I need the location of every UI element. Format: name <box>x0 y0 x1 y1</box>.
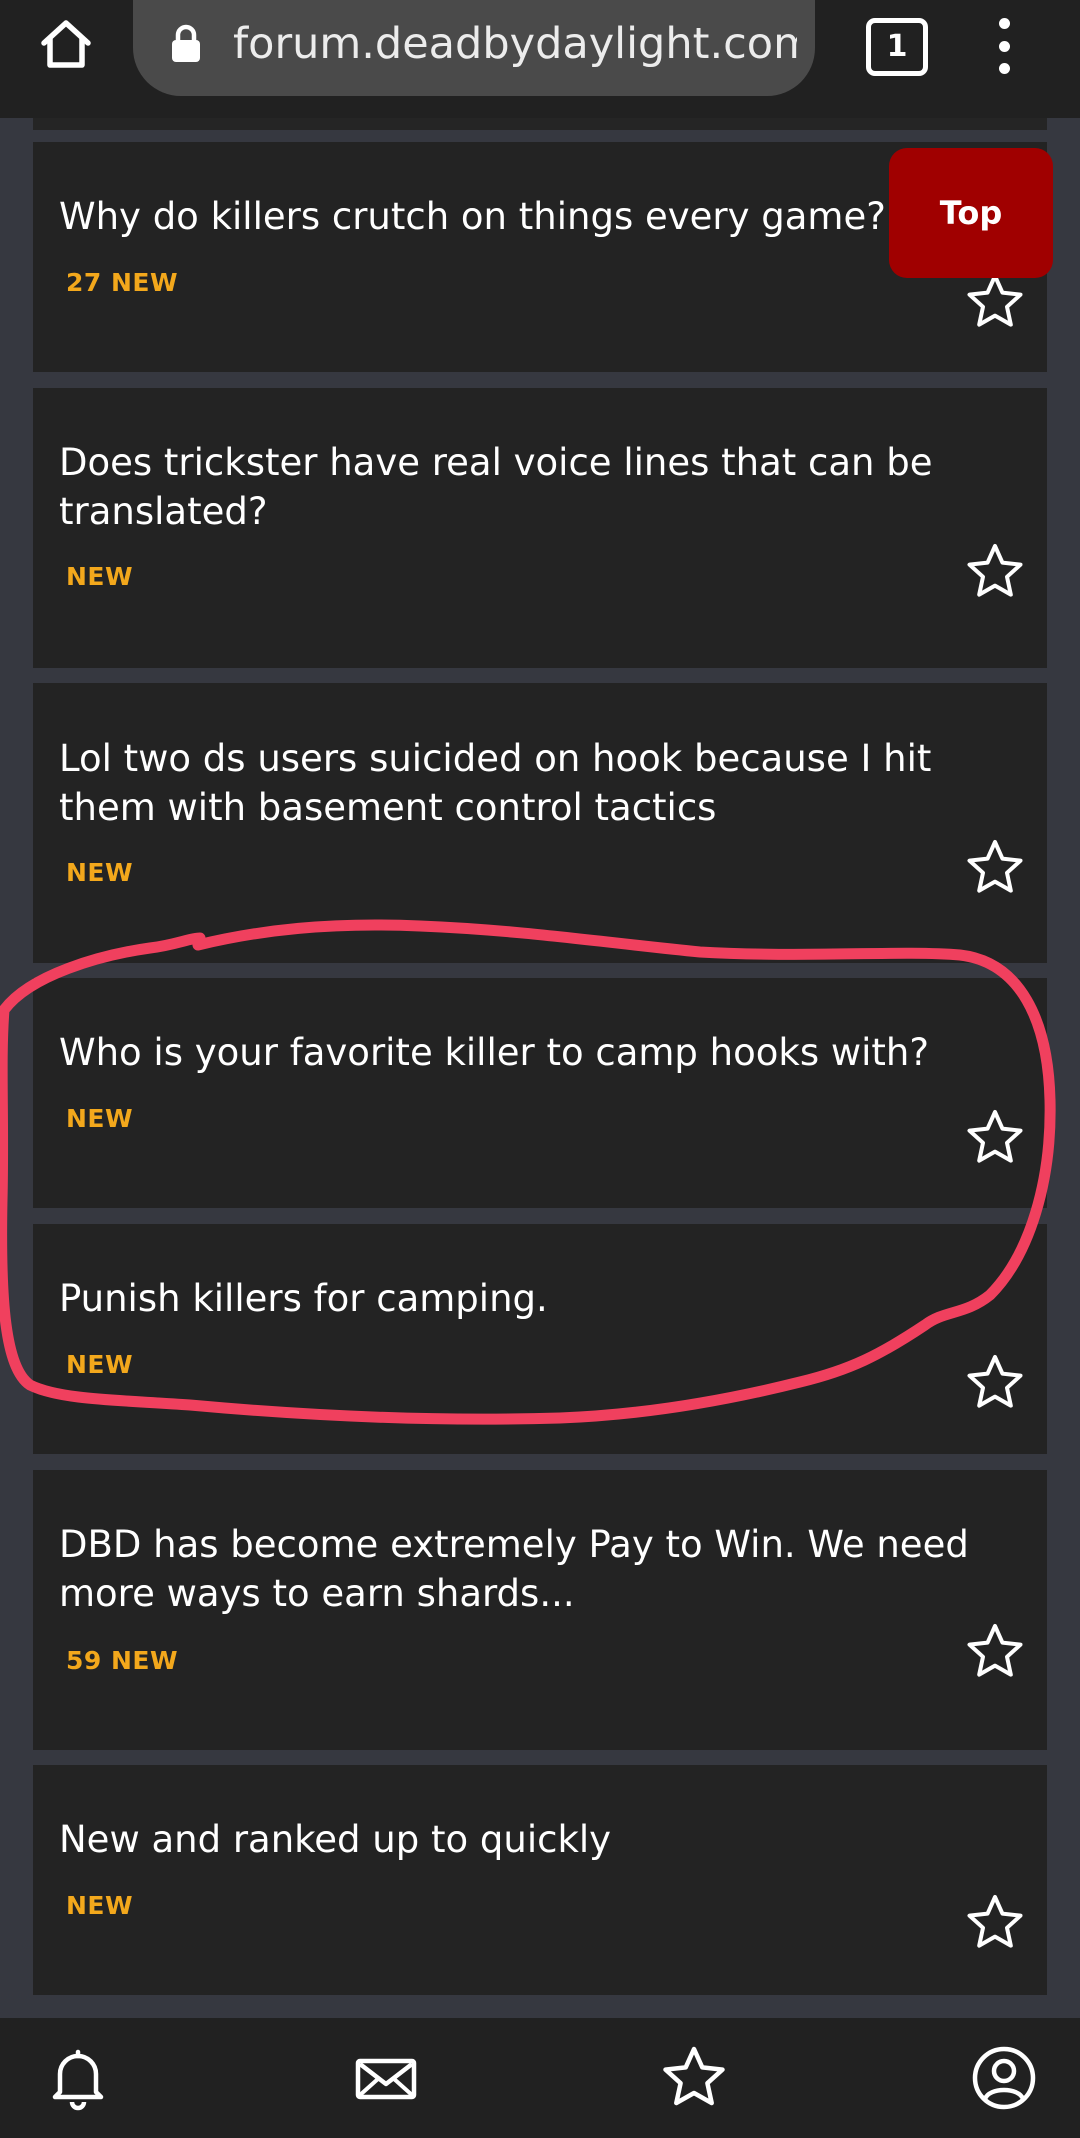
bottom-navigation <box>0 2018 1080 2138</box>
thread-card[interactable]: Punish killers for camping. NEW <box>33 1224 1047 1454</box>
bookmark-star-icon[interactable] <box>965 272 1025 332</box>
new-posts-badge: NEW <box>66 858 134 887</box>
bell-icon[interactable] <box>44 2044 112 2112</box>
bookmark-star-icon[interactable] <box>965 1622 1025 1682</box>
new-posts-badge: 27 NEW <box>66 268 179 297</box>
bookmark-star-icon[interactable] <box>965 1893 1025 1953</box>
thread-title[interactable]: Does trickster have real voice lines tha… <box>59 438 979 536</box>
new-posts-badge: NEW <box>66 1891 134 1920</box>
thread-title[interactable]: DBD has become extremely Pay to Win. We … <box>59 1520 979 1618</box>
thread-card[interactable]: Does trickster have real voice lines tha… <box>33 388 1047 668</box>
tab-switcher-button[interactable]: 1 <box>866 18 928 76</box>
new-posts-badge: NEW <box>66 562 134 591</box>
bookmark-star-icon[interactable] <box>965 542 1025 602</box>
thread-title[interactable]: Why do killers crutch on things every ga… <box>59 192 979 241</box>
lock-icon <box>172 24 200 62</box>
home-button[interactable] <box>34 12 98 76</box>
forum-app: forum.deadbydaylight.com/e 1 Why do kill… <box>0 0 1080 2138</box>
more-vert-icon[interactable] <box>980 14 1028 78</box>
envelope-icon[interactable] <box>352 2044 420 2112</box>
bookmark-star-icon[interactable] <box>965 838 1025 898</box>
thread-title[interactable]: Who is your favorite killer to camp hook… <box>59 1028 979 1077</box>
new-posts-badge: NEW <box>66 1350 134 1379</box>
url-text: forum.deadbydaylight.com/e <box>233 19 797 69</box>
back-to-top-button[interactable]: Top <box>889 148 1053 278</box>
thread-title[interactable]: New and ranked up to quickly <box>59 1815 979 1864</box>
thread-card[interactable]: Lol two ds users suicided on hook becaus… <box>33 683 1047 963</box>
bookmark-star-icon[interactable] <box>965 1353 1025 1413</box>
thread-list: Why do killers crutch on things every ga… <box>0 0 1080 2138</box>
star-icon[interactable] <box>660 2044 728 2112</box>
user-circle-icon[interactable] <box>970 2044 1038 2112</box>
home-icon <box>41 20 91 68</box>
bookmark-star-icon[interactable] <box>965 1108 1025 1168</box>
thread-card[interactable]: DBD has become extremely Pay to Win. We … <box>33 1470 1047 1750</box>
thread-title[interactable]: Punish killers for camping. <box>59 1274 979 1323</box>
thread-card[interactable]: New and ranked up to quickly NEW <box>33 1765 1047 1995</box>
list-frame-edge <box>33 118 1047 130</box>
browser-toolbar: forum.deadbydaylight.com/e 1 <box>0 0 1080 118</box>
address-bar[interactable]: forum.deadbydaylight.com/e <box>133 0 815 96</box>
thread-card[interactable]: Who is your favorite killer to camp hook… <box>33 978 1047 1208</box>
new-posts-badge: NEW <box>66 1104 134 1133</box>
thread-title[interactable]: Lol two ds users suicided on hook becaus… <box>59 734 979 832</box>
new-posts-badge: 59 NEW <box>66 1646 179 1675</box>
